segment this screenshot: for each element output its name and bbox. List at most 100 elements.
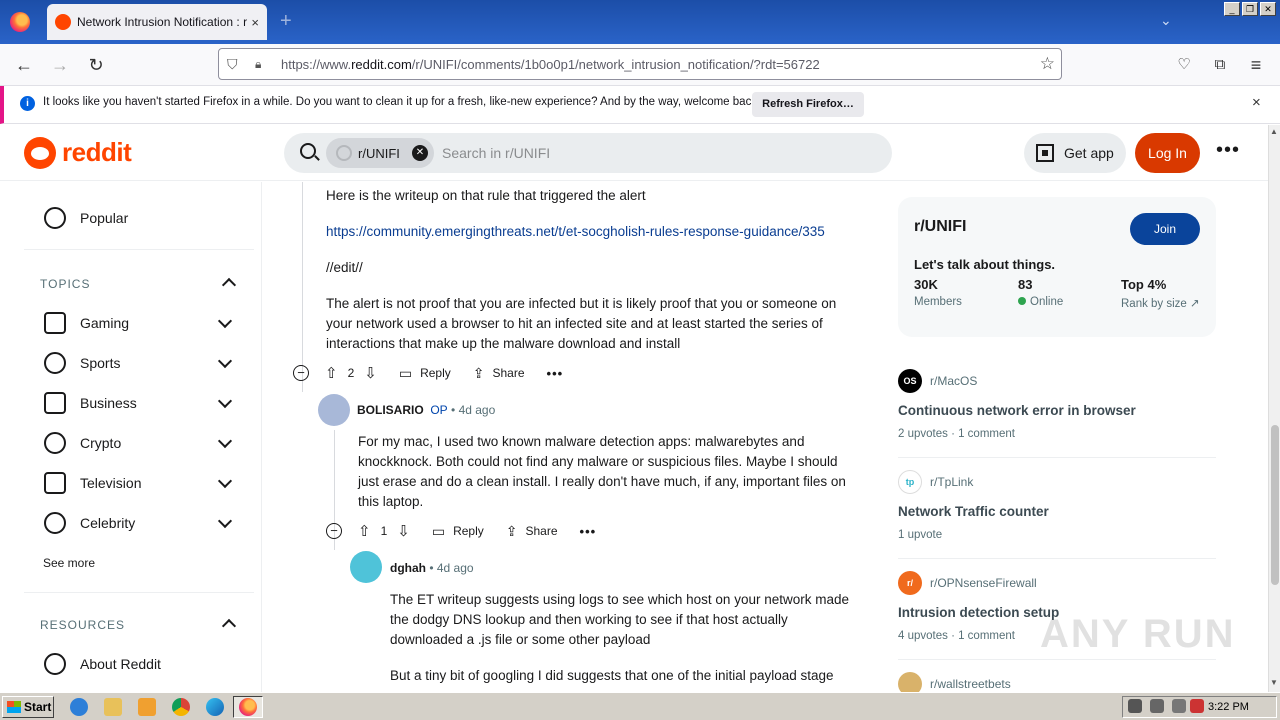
related-sub-name[interactable]: r/OPNsenseFirewall — [930, 576, 1037, 590]
chevron-up-icon[interactable] — [221, 618, 237, 634]
network-icon[interactable] — [1150, 699, 1164, 713]
get-app-button[interactable]: Get app — [1024, 133, 1126, 173]
sidebar-item-sports[interactable]: Sports — [24, 345, 254, 381]
firefox-icon[interactable] — [239, 698, 257, 716]
chevron-up-icon[interactable] — [221, 277, 237, 293]
author-name[interactable]: BOLISARIO — [357, 403, 424, 417]
share-button[interactable]: ⇪ Share — [473, 365, 525, 382]
join-button[interactable]: Join — [1130, 213, 1200, 245]
reply-button[interactable]: ▭ Reply — [399, 365, 451, 382]
chevron-down-icon[interactable] — [217, 393, 233, 409]
chrome-icon[interactable] — [172, 698, 190, 716]
related-sub-name[interactable]: r/MacOS — [930, 374, 977, 388]
external-link-icon: ↗ — [1190, 298, 1200, 310]
sidebar-item-television[interactable]: Television — [24, 465, 254, 501]
scroll-up-icon[interactable]: ▲ — [1270, 127, 1278, 136]
security-shield-icon[interactable] — [1190, 699, 1204, 713]
taskbar-clock[interactable]: 3:22 PM — [1208, 701, 1249, 713]
browser-tab-active[interactable]: Network Intrusion Notification : r/UNIFI… — [47, 4, 267, 40]
lock-icon[interactable]: 🔒︎ — [255, 57, 271, 72]
shield-icon[interactable]: ⛉ — [227, 56, 245, 73]
upvote-icon[interactable]: ⇧ — [358, 522, 371, 540]
see-more-link[interactable]: See more — [43, 556, 95, 570]
pocket-icon[interactable]: ♡ — [1173, 54, 1195, 76]
tab-close-icon[interactable]: × — [251, 15, 259, 30]
url-text[interactable]: https://www.reddit.com/r/UNIFI/comments/… — [281, 57, 820, 72]
ie-icon[interactable] — [70, 698, 88, 716]
reply-button[interactable]: ▭ Reply — [432, 523, 484, 540]
related-post-title[interactable]: Continuous network error in browser — [898, 403, 1216, 418]
chevron-down-icon[interactable] — [217, 513, 233, 529]
related-sub-name[interactable]: r/TpLink — [930, 475, 973, 489]
downvote-icon[interactable]: ⇩ — [397, 522, 410, 540]
scrollbar-thumb[interactable] — [1271, 425, 1279, 585]
share-button[interactable]: ⇪ Share — [506, 523, 558, 540]
reddit-logo-icon[interactable] — [24, 137, 56, 169]
comment-link[interactable]: https://community.emergingthreats.net/t/… — [326, 222, 825, 242]
author-name[interactable]: dghah — [390, 561, 426, 575]
more-options-icon[interactable]: ••• — [580, 524, 597, 539]
search-icon — [300, 143, 316, 159]
upvote-icon[interactable]: ⇧ — [325, 364, 338, 382]
sidebar-item-popular[interactable]: Popular — [24, 200, 254, 236]
chevron-down-icon[interactable] — [217, 473, 233, 489]
extensions-icon[interactable]: ⧉ — [1209, 54, 1231, 76]
community-description: Let's talk about things. — [914, 257, 1056, 272]
login-button[interactable]: Log In — [1135, 133, 1200, 173]
resources-heading[interactable]: RESOURCES — [40, 618, 125, 632]
notification-close-icon[interactable]: × — [1252, 94, 1261, 111]
avatar[interactable] — [350, 551, 382, 583]
reddit-wordmark[interactable]: reddit — [62, 137, 132, 168]
related-post[interactable]: tp r/TpLink Network Traffic counter 1 upv… — [898, 470, 1216, 541]
close-window-icon[interactable]: ✕ — [1260, 2, 1276, 16]
collapse-icon[interactable]: − — [293, 365, 309, 381]
related-post[interactable]: OS r/MacOS Continuous network error in br… — [898, 369, 1216, 440]
more-options-icon[interactable]: ••• — [1216, 139, 1240, 162]
avatar[interactable] — [318, 394, 350, 426]
folder-icon[interactable] — [104, 698, 122, 716]
comment-text: downloaded a .js file or some other payl… — [390, 632, 651, 647]
search-subreddit-chip[interactable]: r/UNIFI ✕ — [326, 138, 434, 168]
start-button[interactable]: Start — [2, 696, 54, 718]
chevron-down-icon[interactable] — [217, 353, 233, 369]
minimize-icon[interactable]: _ — [1224, 2, 1240, 16]
sidebar-item-crypto[interactable]: Crypto — [24, 425, 254, 461]
tab-list-chevron-icon[interactable]: ⌄ — [1160, 12, 1172, 29]
downvote-icon[interactable]: ⇩ — [364, 364, 377, 382]
usb-icon[interactable] — [1172, 699, 1186, 713]
chip-clear-icon[interactable]: ✕ — [412, 145, 428, 161]
edge-icon[interactable] — [206, 698, 224, 716]
url-bar[interactable]: ⛉ 🔒︎ https://www.reddit.com/r/UNIFI/comm… — [218, 48, 1062, 80]
sidebar-item-business[interactable]: Business — [24, 385, 254, 421]
related-sub-name[interactable]: r/wallstreetbets — [930, 677, 1011, 691]
subreddit-avatar-icon — [336, 145, 352, 161]
rank-label-row[interactable]: Rank by size ↗ — [1121, 296, 1200, 310]
media-player-icon[interactable] — [138, 698, 156, 716]
back-arrow-icon[interactable]: ← — [13, 54, 35, 76]
refresh-firefox-button[interactable]: Refresh Firefox… — [752, 92, 864, 117]
chevron-down-icon[interactable] — [217, 313, 233, 329]
chevron-down-icon[interactable] — [217, 433, 233, 449]
topics-heading[interactable]: TOPICS — [40, 277, 90, 291]
sidebar-item-about[interactable]: About Reddit — [24, 646, 254, 682]
reload-icon[interactable]: ↻ — [85, 54, 107, 76]
scroll-down-icon[interactable]: ▼ — [1270, 678, 1278, 687]
search-input[interactable]: Search in r/UNIFI — [442, 145, 550, 161]
menu-hamburger-icon[interactable]: ≡ — [1245, 54, 1267, 76]
related-post-title[interactable]: Network Traffic counter — [898, 504, 1216, 519]
url-path: /r/UNIFI/comments/1b0o0p1/network_intrus… — [411, 56, 820, 72]
maximize-icon[interactable]: ❐ — [1242, 2, 1258, 16]
macos-avatar-icon: OS — [898, 369, 922, 393]
forward-arrow-icon[interactable]: → — [49, 54, 71, 76]
sidebar-item-gaming[interactable]: Gaming — [24, 305, 254, 341]
sidebar-item-celebrity[interactable]: Celebrity — [24, 505, 254, 541]
search-bar[interactable]: r/UNIFI ✕ Search in r/UNIFI — [284, 133, 892, 173]
volume-icon[interactable] — [1128, 699, 1142, 713]
community-name[interactable]: r/UNIFI — [914, 218, 966, 236]
collapse-icon[interactable]: − — [326, 523, 342, 539]
more-options-icon[interactable]: ••• — [547, 366, 564, 381]
bookmark-star-icon[interactable]: ☆ — [1040, 54, 1055, 74]
new-tab-icon[interactable]: + — [280, 10, 292, 33]
window-controls: _ ❐ ✕ — [1224, 2, 1276, 16]
page-scrollbar[interactable]: ▲ ▼ — [1268, 125, 1280, 692]
